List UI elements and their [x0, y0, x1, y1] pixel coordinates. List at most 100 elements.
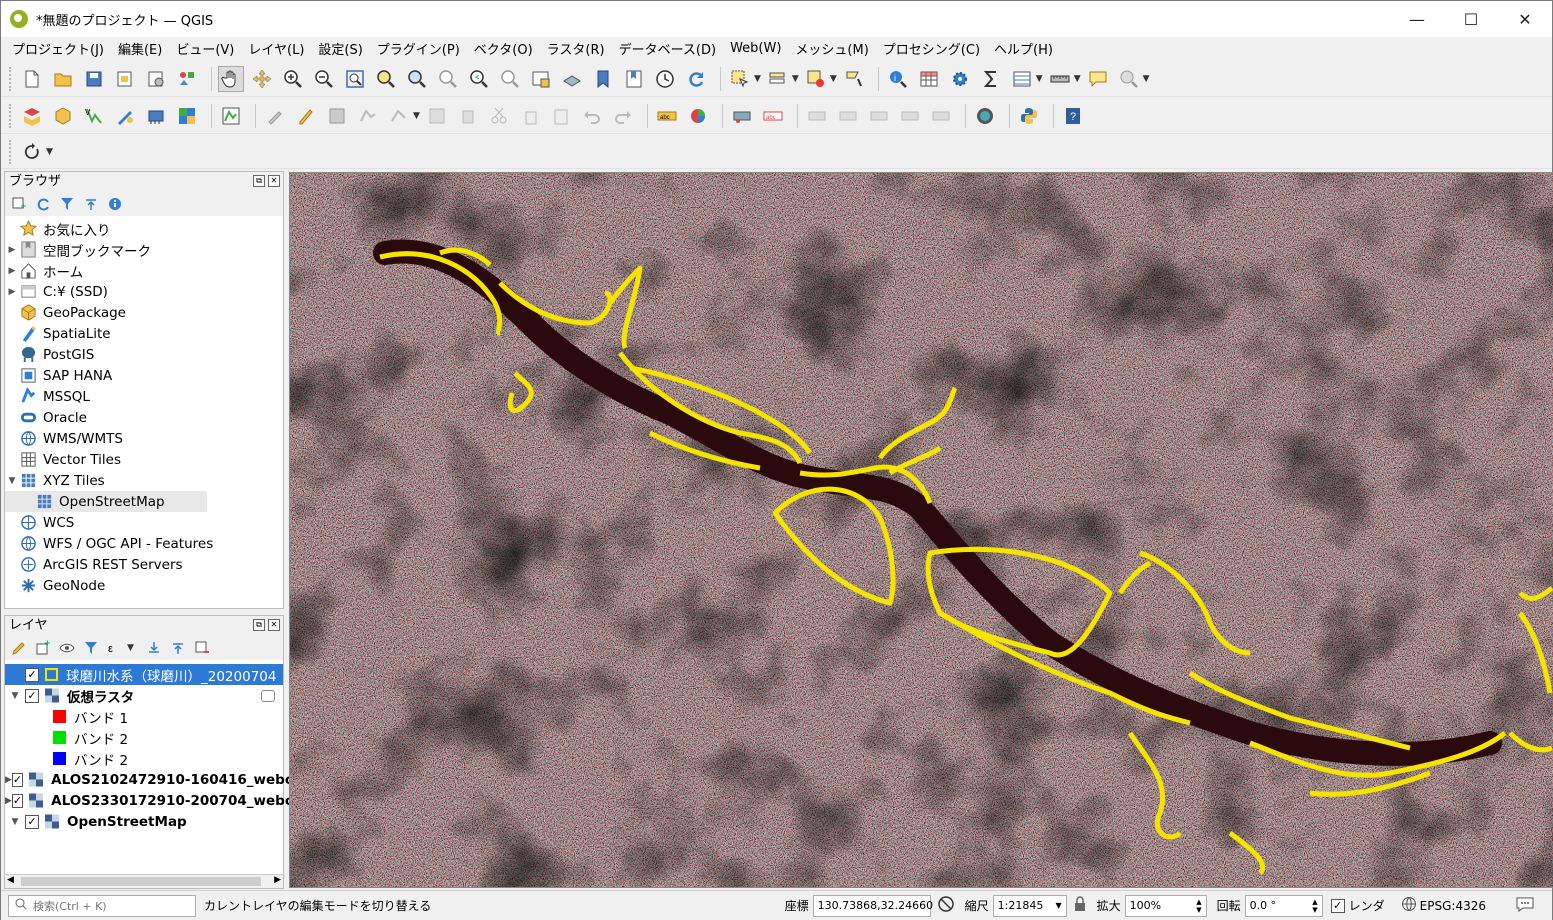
new-project-button[interactable]	[19, 66, 45, 92]
magnifier-spinbox[interactable]: 100% ▲ ▼	[1124, 894, 1207, 917]
paste-features-button[interactable]	[548, 103, 574, 129]
statistical-summary-button[interactable]	[978, 66, 1004, 92]
zoom-out-button[interactable]	[311, 66, 337, 92]
menu-mesh[interactable]: メッシュ(M)	[788, 39, 875, 58]
filter-legend-button[interactable]	[83, 640, 99, 656]
layer-visibility-checkbox[interactable]: ✓	[25, 667, 39, 682]
menu-edit[interactable]: 編集(E)	[111, 39, 169, 58]
crs-button[interactable]: EPSG:4326	[1420, 899, 1486, 913]
new-virtual-layer-button[interactable]	[143, 103, 169, 129]
zoom-native-button[interactable]	[435, 66, 461, 92]
browser-item-bookmarks[interactable]: ▶ 空間ブックマーク	[5, 239, 283, 260]
data-source-manager-button[interactable]	[19, 103, 45, 129]
map-tips-button[interactable]	[1085, 66, 1111, 92]
layer-labeling-button[interactable]: abc	[654, 103, 680, 129]
maximize-button[interactable]: ☐	[1444, 1, 1498, 37]
zoom-in-button[interactable]	[280, 66, 306, 92]
browser-item-wms[interactable]: WMS/WMTS	[5, 428, 283, 449]
browser-item-sap-hana[interactable]: SAP HANA	[5, 365, 283, 386]
delete-selected-button[interactable]	[455, 103, 481, 129]
browser-item-arcgis[interactable]: ArcGIS REST Servers	[5, 554, 283, 575]
refresh-button[interactable]	[683, 66, 709, 92]
browser-item-mssql[interactable]: MSSQL	[5, 386, 283, 407]
measure-line-button[interactable]	[1047, 66, 1073, 92]
add-vector-layer-button[interactable]	[218, 103, 244, 129]
add-raster-button[interactable]	[174, 103, 200, 129]
open-layer-styling-button[interactable]	[11, 640, 27, 656]
browser-item-postgis[interactable]: PostGIS	[5, 344, 283, 365]
new-3d-map-button[interactable]	[559, 66, 585, 92]
pan-map-button[interactable]	[218, 65, 244, 92]
spin-arrows-icon[interactable]: ▲ ▼	[1312, 898, 1317, 914]
label-properties-button[interactable]	[928, 103, 954, 129]
temporal-controller-button[interactable]	[652, 66, 678, 92]
collapse-all-button[interactable]	[83, 196, 99, 212]
messages-icon[interactable]	[1516, 896, 1534, 915]
browser-filter-button[interactable]	[59, 196, 75, 212]
browser-item-spatialite[interactable]: SpatiaLite	[5, 323, 283, 344]
undo-button[interactable]	[579, 103, 605, 129]
select-features-button[interactable]	[727, 66, 753, 92]
zoom-next-button[interactable]	[497, 66, 523, 92]
minimize-button[interactable]: —	[1390, 1, 1444, 37]
zoom-full-button[interactable]	[342, 66, 368, 92]
layer-visibility-checkbox[interactable]: ✓	[11, 793, 24, 808]
scrollbar-thumb[interactable]	[21, 877, 261, 886]
browser-item-drive[interactable]: ▶ C:¥ (SSD)	[5, 281, 283, 302]
modify-attributes-button[interactable]	[424, 103, 450, 129]
menu-raster[interactable]: ラスタ(R)	[540, 39, 612, 58]
browser-refresh-button[interactable]	[35, 196, 51, 212]
copy-features-button[interactable]	[517, 103, 543, 129]
cut-features-button[interactable]	[486, 103, 512, 129]
layer-row-virtual-raster[interactable]: ▼ ✓ 仮想ラスタ	[5, 685, 283, 706]
map-canvas[interactable]	[289, 172, 1553, 888]
vertex-tool-button[interactable]	[386, 103, 412, 129]
python-console-button[interactable]	[1016, 103, 1042, 129]
spin-arrows-icon[interactable]: ▲ ▼	[1196, 898, 1201, 914]
layer-row-openstreetmap[interactable]: ▼ ✓ OpenStreetMap	[5, 811, 283, 832]
add-selected-layers-button[interactable]	[11, 196, 27, 212]
render-checkbox[interactable]: ✓	[1330, 898, 1345, 913]
manage-map-themes-button[interactable]	[59, 640, 75, 656]
lock-icon[interactable]	[1073, 896, 1087, 915]
pan-to-selection-button[interactable]	[249, 66, 275, 92]
toolbar-grip[interactable]	[9, 103, 13, 128]
chevron-down-icon[interactable]: ▼	[1055, 901, 1061, 910]
scale-combobox[interactable]: 1:21845 ▼	[992, 894, 1067, 917]
float-panel-button[interactable]: ⧉	[253, 175, 265, 187]
show-bookmarks-button[interactable]	[621, 66, 647, 92]
layer-visibility-checkbox[interactable]: ✓	[11, 772, 24, 787]
locator-tool-button[interactable]	[19, 139, 45, 165]
move-label-button[interactable]	[835, 103, 861, 129]
close-panel-button[interactable]: ✕	[268, 175, 280, 187]
scroll-left-icon[interactable]: ◀	[7, 875, 14, 885]
browser-item-home[interactable]: ▶ ホーム	[5, 260, 283, 281]
toggle-editing-button[interactable]	[293, 103, 319, 129]
layer-visibility-checkbox[interactable]: ✓	[25, 814, 39, 829]
quickmapservices-button[interactable]	[972, 103, 998, 129]
new-print-layout-button[interactable]	[112, 66, 138, 92]
layer-diagram-button[interactable]	[685, 103, 711, 129]
layers-horizontal-scrollbar[interactable]: ◀ ▶	[5, 874, 283, 888]
coordinate-field[interactable]: 130.73868,32.24660	[812, 894, 933, 917]
close-panel-button[interactable]: ✕	[268, 619, 280, 631]
mouse-coords-icon[interactable]	[937, 895, 955, 916]
browser-item-xyz-tiles[interactable]: ▼ XYZ Tiles	[5, 470, 283, 491]
layer-row-flood-vector[interactable]: ✓ 球磨川水系（球磨川）_20200704	[5, 664, 283, 685]
new-map-view-button[interactable]	[528, 66, 554, 92]
select-by-value-button[interactable]	[765, 66, 791, 92]
open-project-button[interactable]	[50, 66, 76, 92]
layer-visibility-checkbox[interactable]: ✓	[25, 688, 39, 703]
menu-processing[interactable]: プロセシング(C)	[876, 39, 987, 58]
collapse-all-button[interactable]	[170, 640, 186, 656]
menu-view[interactable]: ビュー(V)	[169, 39, 241, 58]
browser-item-oracle[interactable]: Oracle	[5, 407, 283, 428]
browser-item-vector-tiles[interactable]: Vector Tiles	[5, 449, 283, 470]
rotate-label-button[interactable]	[866, 103, 892, 129]
close-button[interactable]: ✕	[1498, 1, 1552, 37]
browser-item-openstreetmap[interactable]: OpenStreetMap	[5, 491, 207, 512]
select-by-location-button[interactable]	[841, 66, 867, 92]
change-label-button[interactable]	[897, 103, 923, 129]
menu-plugins[interactable]: プラグイン(P)	[370, 39, 467, 58]
attribute-table-button[interactable]	[916, 66, 942, 92]
